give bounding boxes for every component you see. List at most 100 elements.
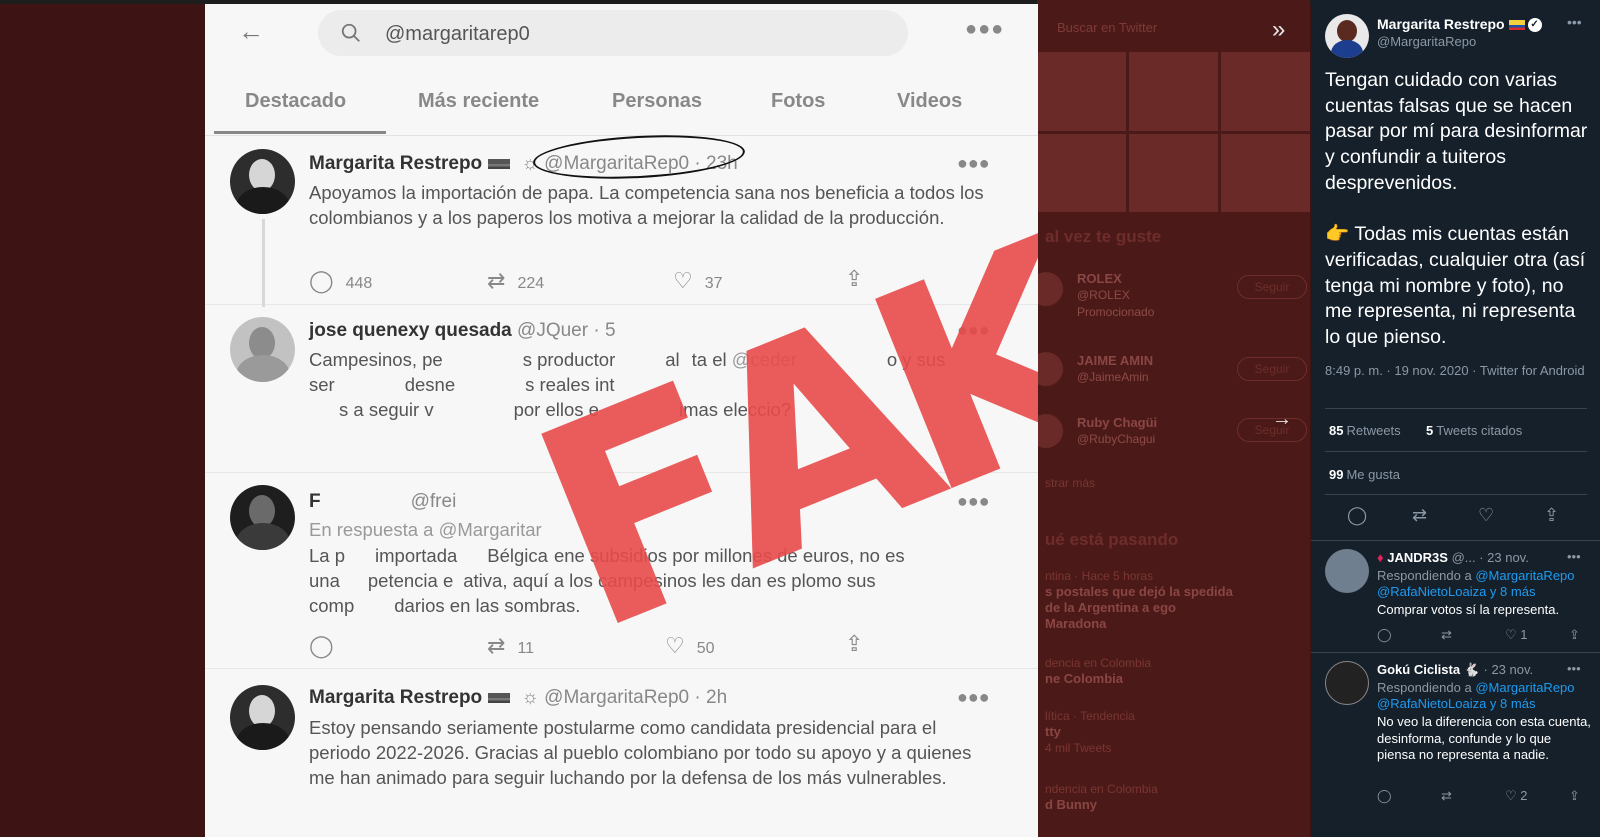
badge-icon: ☼ [516,687,545,708]
real-tweet-pane: Margarita Restrepo ✓ @MargaritaRepo ••• T… [1311,0,1600,837]
avatar[interactable] [230,485,295,550]
flag-icon [488,692,511,703]
active-tab-indicator [214,131,386,134]
retweet-stats[interactable]: 85 Retweets [1329,423,1401,438]
heart-icon: ♡ [665,633,685,658]
flag-icon [488,158,511,169]
like-button[interactable]: ♡ 37 [673,268,723,294]
avatar[interactable] [1325,549,1369,593]
reply-icon[interactable]: ◯ [1347,505,1367,526]
tweet-handle[interactable]: @MargaritaRepo [1377,34,1476,49]
colombia-flag-icon [1508,20,1525,31]
background-avatar [1037,272,1063,306]
retweet-icon[interactable]: ⇄ [1412,505,1427,526]
reply-button[interactable]: ◯ 448 [309,268,372,294]
background-suggest-heading: al vez te guste [1045,227,1162,246]
tweet-author[interactable]: Margarita Restrepo ☼ @MargaritaRep0 · 2h [309,687,727,709]
quote-stats[interactable]: 5 Tweets citados [1426,423,1522,438]
search-icon [341,23,360,42]
reply-author[interactable]: Gokú Ciclista 🐇 · 23 nov. [1377,662,1533,678]
reply-button[interactable]: ◯ [309,633,346,659]
background-account-rolex: ROLEX @ROLEX Promocionado [1077,271,1155,319]
reply-tweet[interactable]: ♦ JANDR3S @... · 23 nov. ••• Respondiend… [1311,540,1600,652]
tweet[interactable]: jose quenexy quesada @JQuer · 5 ●●● Camp… [205,305,1038,473]
tweet-timestamp[interactable]: 8:49 p. m. · 19 nov. 2020 · Twitter for … [1325,362,1595,379]
tweet-author[interactable]: Margarita Restrepo ✓ [1377,16,1542,33]
tweet-handle: @MargaritaRep0 · 2h [544,687,728,708]
tweet-body: Estoy pensando seriamente postularme com… [309,717,972,788]
background-show-more: strar más [1045,476,1096,490]
heart-icon[interactable]: ♡ [1478,505,1494,526]
verified-icon: ✓ [1527,18,1542,33]
more-options-icon[interactable]: ●●● [965,18,1004,41]
share-icon[interactable]: ⇪ [1544,505,1559,526]
background-search: Buscar en Twitter [1057,20,1158,35]
background-trend: lítica · Tendencia tty 4 mil Tweets [1045,709,1135,755]
avatar[interactable] [230,149,295,214]
search-query: @margaritarep0 [385,23,530,45]
like-button[interactable]: ♡ 2 [1505,788,1528,804]
share-button[interactable]: ⇪ [845,266,875,292]
retweet-icon[interactable]: ⇄ [1441,627,1452,643]
avatar[interactable] [230,317,295,382]
retweet-button[interactable]: ⇄ 224 [487,268,544,294]
tab-fotos[interactable]: Fotos [771,90,825,113]
more-options-icon[interactable]: ••• [1567,549,1581,564]
like-button[interactable]: ♡ 50 [665,633,715,659]
tweet[interactable]: Margarita Restrepo ☼ @MargaritaRep0 · 2h… [205,669,1038,837]
tweet-more-icon[interactable]: ●●● [957,491,990,512]
search-header: ← @margaritarep0 ●●● [205,4,1038,64]
search-tabs: Destacado Más reciente Personas Fotos Vi… [205,74,1038,136]
avatar[interactable] [1325,661,1369,705]
background-account-jaime: JAIME AMIN @JaimeAmin [1077,353,1154,384]
back-arrow-icon[interactable]: ← [238,16,264,47]
share-icon[interactable]: ⇪ [1569,627,1580,643]
tweet-author[interactable]: jose quenexy quesada @JQuer · 5 [309,320,616,342]
retweet-icon: ⇄ [487,633,506,658]
reply-to: Respondiendo a @MargaritaRepo @RafaNietoL… [1377,568,1575,599]
search-input[interactable]: @margaritarep0 [318,10,908,56]
like-button[interactable]: ♡ 1 [1505,627,1528,643]
avatar[interactable] [1325,14,1369,58]
divider [1325,451,1587,452]
tweet-reply-to: En respuesta a @Margaritar [309,519,542,540]
reply-icon[interactable]: ◯ [1377,788,1392,804]
divider [1325,494,1587,495]
tab-videos[interactable]: Videos [897,90,962,113]
background-follow-button: Seguir [1237,275,1307,299]
share-icon[interactable]: ⇪ [1569,788,1580,804]
tweet-author[interactable]: F @frei [309,491,456,513]
tweet-more-icon[interactable]: ●●● [957,687,990,708]
tweet-body: Tengan cuidado con varias cuentas falsas… [1325,69,1588,349]
avatar[interactable] [230,685,295,750]
reply-icon: ◯ [309,268,334,293]
tab-mas-reciente[interactable]: Más reciente [418,90,539,113]
reply-icon[interactable]: ◯ [1377,627,1392,643]
background-avatar [1037,414,1063,448]
reply-text: No veo la diferencia con esta cuenta, de… [1377,714,1591,762]
background-twitter-page: Buscar en Twitter al vez te guste ROLEX @… [1037,0,1310,837]
background-trend: dencia en Colombia ne Colombia [1045,656,1152,686]
collapse-panel-icon[interactable]: » [1272,16,1285,44]
like-stats[interactable]: 99 Me gusta [1329,467,1400,482]
tab-personas[interactable]: Personas [612,90,702,113]
heart-icon: ♡ [673,268,693,293]
next-arrow-icon[interactable]: → [1272,408,1292,431]
tweet-actions: ◯ ⇄ ♡ ⇪ [1311,505,1600,529]
reply-author[interactable]: ♦ JANDR3S @... · 23 nov. [1377,550,1529,565]
more-options-icon[interactable]: ••• [1567,661,1581,676]
share-icon: ⇪ [845,631,864,656]
tweet-body: La p importada Bélgica ene subsidios por mi… [309,545,905,616]
reply-tweet[interactable]: Gokú Ciclista 🐇 · 23 nov. ••• Respondien… [1311,652,1600,837]
retweet-icon[interactable]: ⇄ [1441,788,1452,804]
more-options-icon[interactable]: ••• [1567,14,1582,30]
tweet-more-icon[interactable]: ●●● [957,153,990,174]
tweet-more-icon[interactable]: ●●● [957,320,990,341]
tweet-body: Apoyamos la importación de papa. La comp… [309,182,984,228]
background-avatar [1037,352,1063,386]
retweet-button[interactable]: ⇄ 11 [487,633,534,659]
tweet[interactable]: F @frei ●●● En respuesta a @Margaritar La… [205,473,1038,669]
tweet-body: Campesinos, pe s productor al ta el @ceder o… [309,349,946,420]
share-button[interactable]: ⇪ [845,631,875,657]
tab-destacado[interactable]: Destacado [245,90,346,113]
